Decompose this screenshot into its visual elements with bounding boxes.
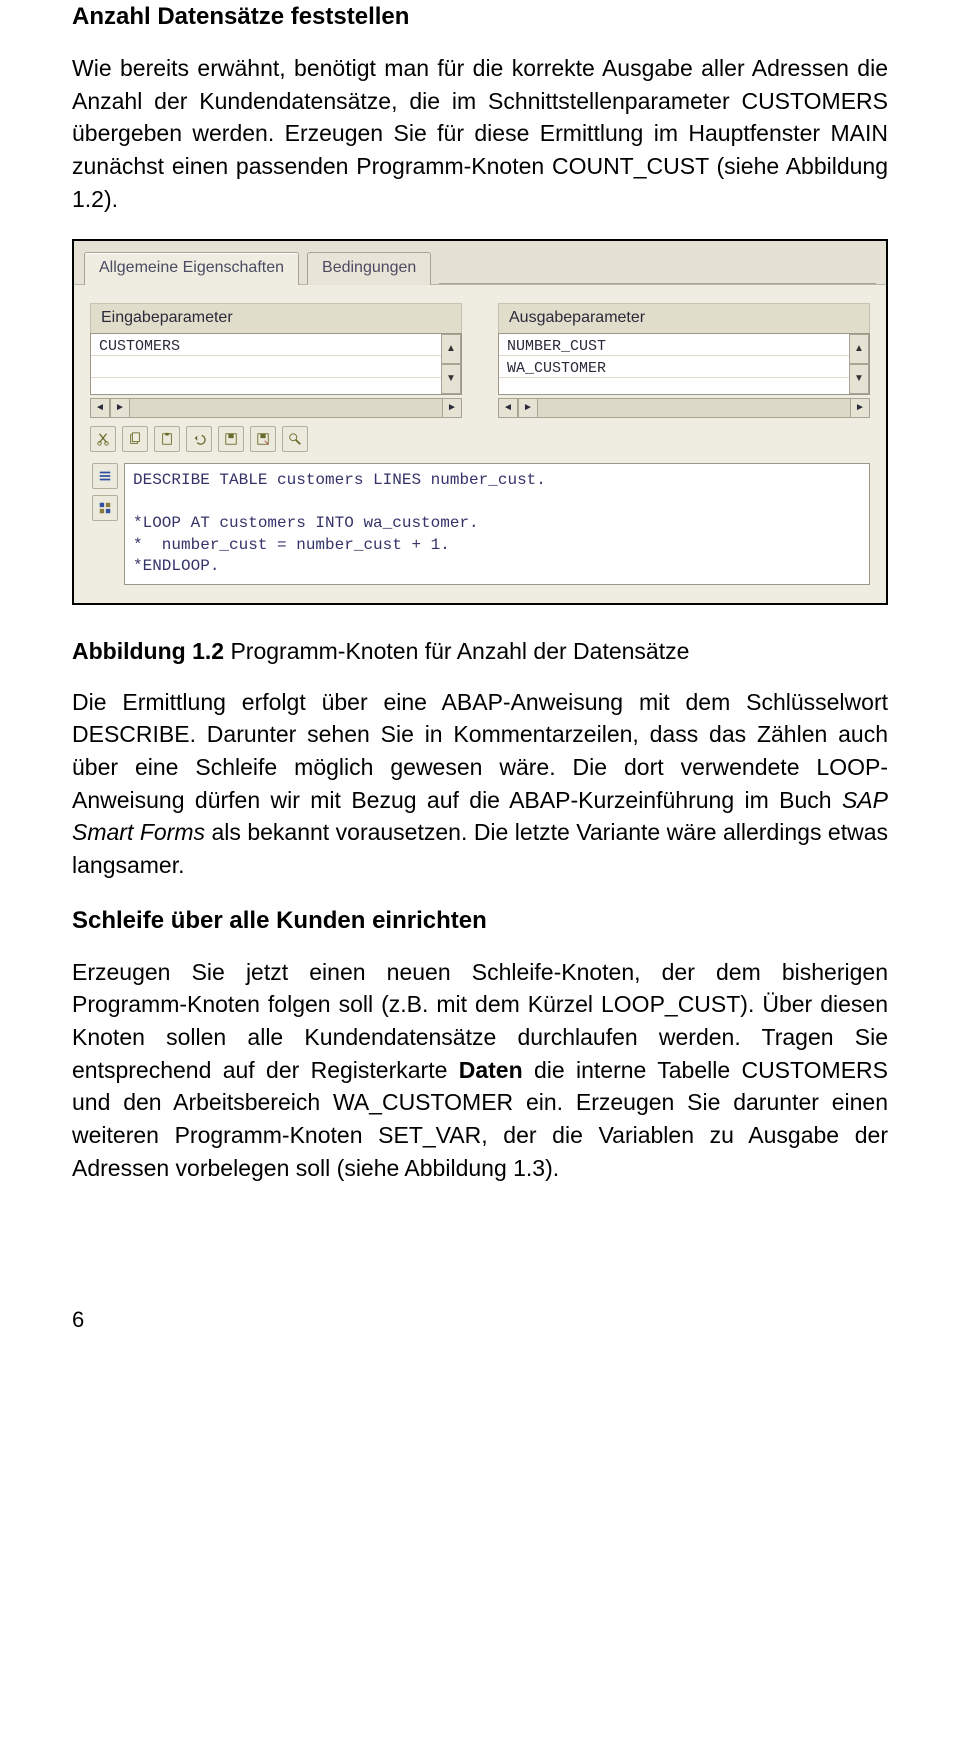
heading-anzahl: Anzahl Datensätze feststellen (72, 0, 888, 34)
paste-button[interactable] (154, 426, 180, 452)
output-hscroll-left[interactable]: ◄ (498, 398, 518, 418)
output-hscroll-right[interactable]: ► (850, 398, 870, 418)
cut-button[interactable] (90, 426, 116, 452)
input-parameters-box: Eingabeparameter CUSTOMERS ▲ ▼ ◄ ► ► (90, 303, 462, 418)
paragraph-describe: Die Ermittlung erfolgt über eine ABAP-An… (72, 686, 888, 882)
output-hscroll-right-step[interactable]: ► (518, 398, 538, 418)
input-spin-up[interactable]: ▲ (441, 334, 461, 364)
sap-screenshot: Allgemeine Eigenschaften Bedingungen Ein… (72, 239, 888, 605)
input-parameters-label: Eingabeparameter (90, 303, 462, 333)
output-parameters-list[interactable]: NUMBER_CUST WA_CUSTOMER ▲ ▼ (498, 333, 870, 395)
input-hscroll-track[interactable] (130, 398, 442, 418)
abap-code-editor[interactable]: DESCRIBE TABLE customers LINES number_cu… (124, 463, 870, 585)
input-hscroll[interactable]: ◄ ► ► (90, 398, 462, 418)
tab-general-properties[interactable]: Allgemeine Eigenschaften (84, 252, 299, 286)
code-line-4: * number_cust = number_cust + 1. (133, 536, 450, 554)
output-hscroll-track[interactable] (538, 398, 850, 418)
input-hscroll-left[interactable]: ◄ (90, 398, 110, 418)
figure-text: Programm-Knoten für Anzahl der Datensätz… (224, 638, 689, 664)
line-numbers-button[interactable] (92, 463, 118, 489)
output-parameters-box: Ausgabeparameter NUMBER_CUST WA_CUSTOMER… (498, 303, 870, 418)
save-button[interactable] (218, 426, 244, 452)
output-spin-down[interactable]: ▼ (849, 364, 869, 394)
input-row-1[interactable]: CUSTOMERS (91, 334, 461, 356)
search-button[interactable] (282, 426, 308, 452)
undo-button[interactable] (186, 426, 212, 452)
page-number: 6 (72, 1304, 888, 1335)
tab-conditions[interactable]: Bedingungen (307, 252, 431, 286)
heading-schleife: Schleife über alle Kunden einrichten (72, 904, 888, 938)
p3-daten-bold: Daten (459, 1057, 523, 1083)
p2-part-a: Die Ermittlung erfolgt über eine ABAP-An… (72, 689, 888, 813)
input-hscroll-right[interactable]: ► (442, 398, 462, 418)
code-line-3: *LOOP AT customers INTO wa_customer. (133, 514, 479, 532)
tabstrip: Allgemeine Eigenschaften Bedingungen (74, 241, 886, 285)
paragraph-intro: Wie bereits erwähnt, benötigt man für di… (72, 52, 888, 215)
input-parameters-list[interactable]: CUSTOMERS ▲ ▼ (90, 333, 462, 395)
code-toolbar (90, 418, 870, 457)
output-parameters-label: Ausgabeparameter (498, 303, 870, 333)
save-as-button[interactable] (250, 426, 276, 452)
output-row-2[interactable]: WA_CUSTOMER (499, 356, 869, 378)
copy-button[interactable] (122, 426, 148, 452)
output-hscroll[interactable]: ◄ ► ► (498, 398, 870, 418)
input-hscroll-right-step[interactable]: ► (110, 398, 130, 418)
tab-content: Eingabeparameter CUSTOMERS ▲ ▼ ◄ ► ► (74, 285, 886, 603)
output-row-1[interactable]: NUMBER_CUST (499, 334, 869, 356)
code-line-1: DESCRIBE TABLE customers LINES number_cu… (133, 471, 546, 489)
tabstrip-remainder (439, 249, 876, 284)
code-line-5: *ENDLOOP. (133, 557, 219, 575)
pattern-button[interactable] (92, 495, 118, 521)
figure-number: Abbildung 1.2 (72, 638, 224, 664)
input-row-2[interactable] (91, 356, 461, 378)
paragraph-loop: Erzeugen Sie jetzt einen neuen Schleife-… (72, 956, 888, 1185)
figure-caption: Abbildung 1.2 Programm-Knoten für Anzahl… (72, 635, 888, 668)
input-spin-down[interactable]: ▼ (441, 364, 461, 394)
output-spin-up[interactable]: ▲ (849, 334, 869, 364)
